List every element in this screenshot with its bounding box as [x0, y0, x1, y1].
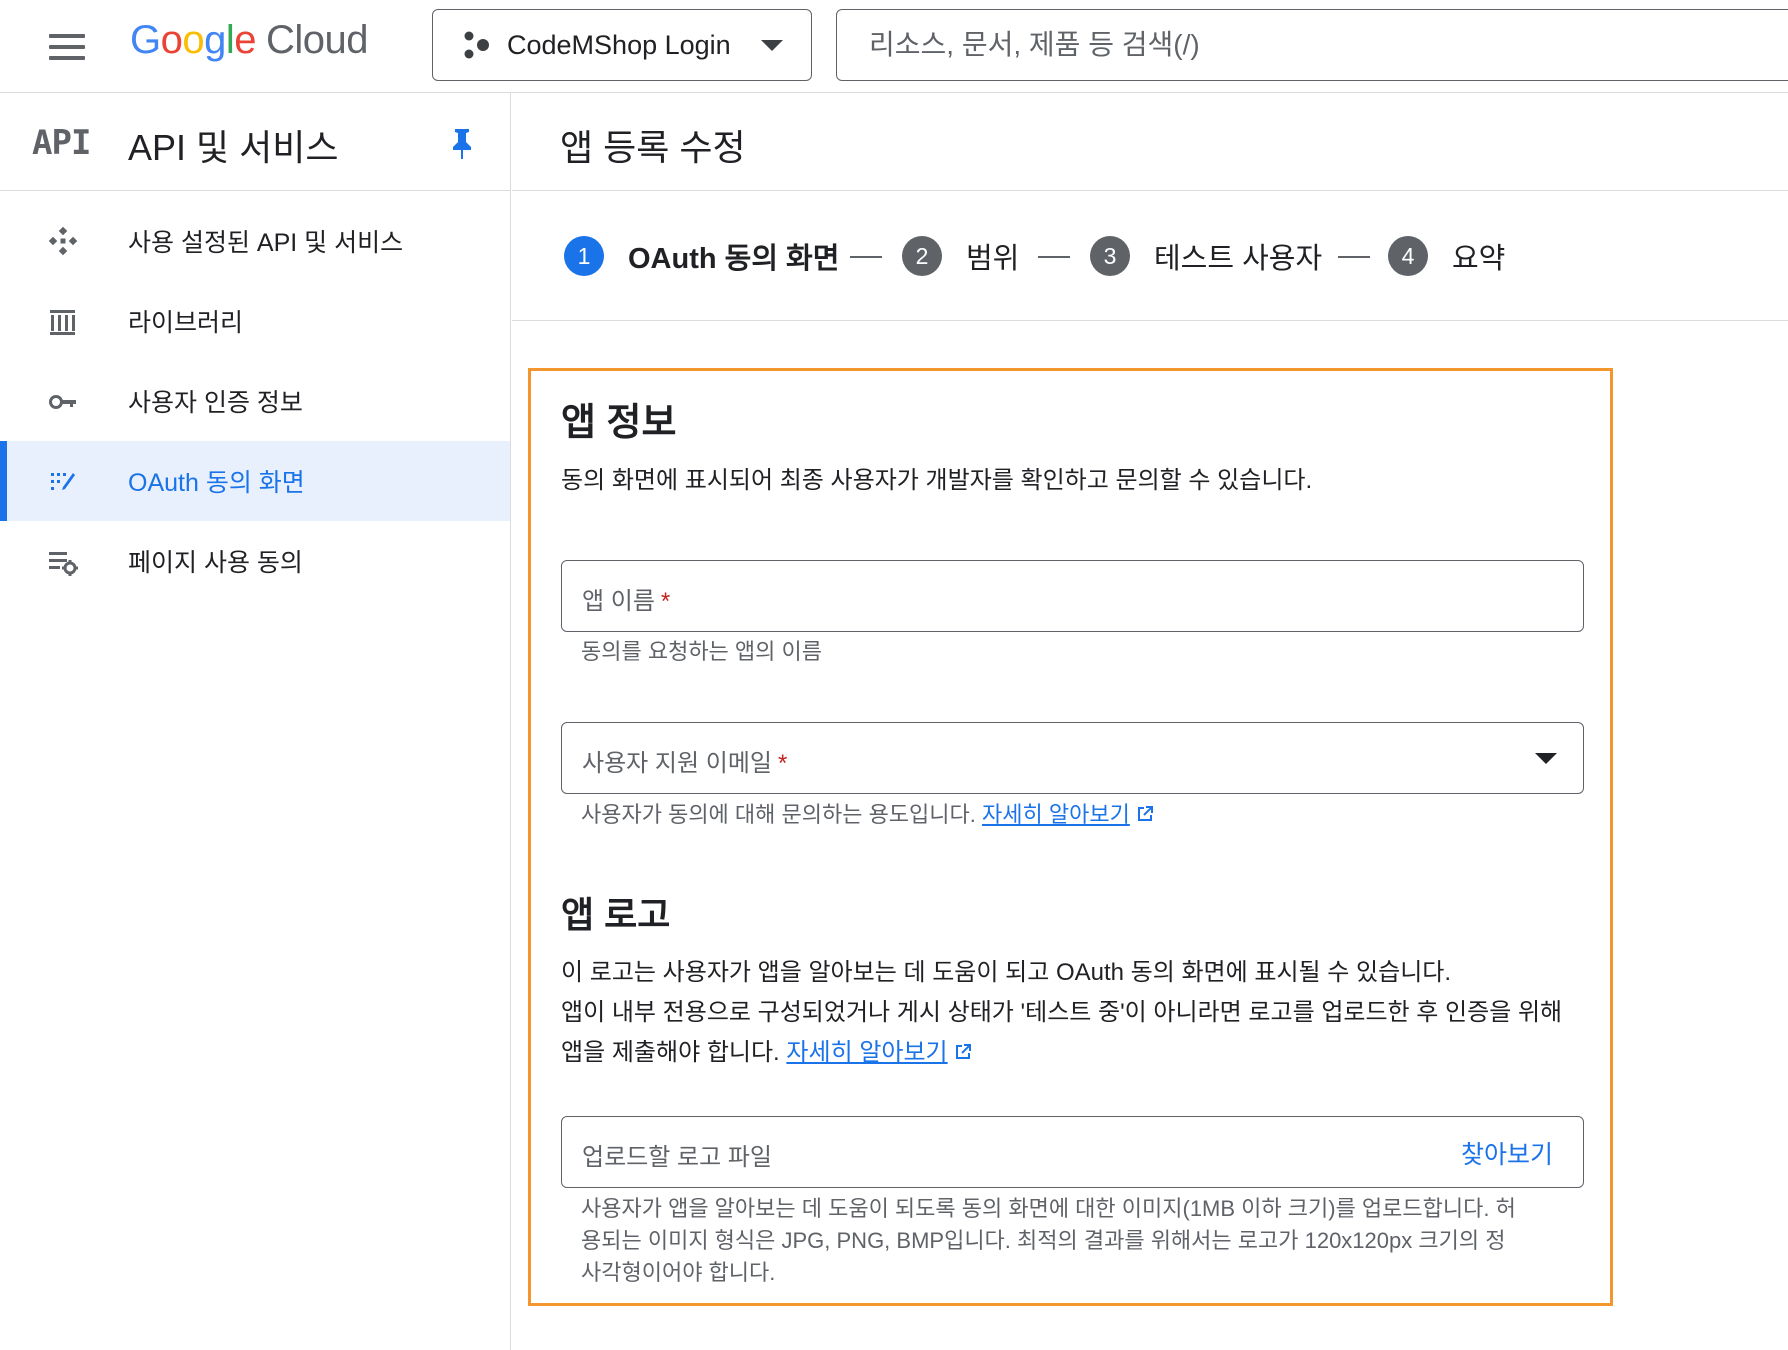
logo-upload-hint-3: 사각형이어야 합니다.	[581, 1260, 776, 1285]
external-link-icon	[1137, 806, 1153, 821]
logo-letter: G	[130, 18, 161, 62]
search-box[interactable]	[836, 9, 1788, 81]
logo-letter: o	[182, 18, 205, 62]
logo-upload-hint-1: 사용자가 앱을 알아보는 데 도움이 되도록 동의 화면에 대한 이미지(1MB…	[581, 1196, 1516, 1221]
step-connector	[1338, 256, 1370, 258]
external-link-icon	[955, 1044, 971, 1059]
settings-list-icon	[46, 545, 80, 579]
step-label: OAuth 동의 화면	[628, 243, 840, 275]
library-icon	[46, 305, 80, 339]
step-number: 1	[564, 236, 604, 276]
google-cloud-logo[interactable]: Go o g l e Cloud	[130, 18, 369, 74]
app-logo-line2: 앱이 내부 전용으로 구성되었거나 게시 상태가 '테스트 중'이 아니라면 로…	[561, 999, 1563, 1026]
diamond-dots-icon	[46, 225, 80, 259]
project-picker[interactable]: CodeMShop Login	[432, 9, 812, 81]
step-connector	[850, 256, 882, 258]
sidebar-item-credentials[interactable]: 사용자 인증 정보	[0, 361, 510, 441]
learn-more-link[interactable]: 자세히 알아보기	[982, 802, 1130, 827]
page-header: 앱 등록 수정	[512, 93, 1788, 191]
project-icon	[464, 31, 489, 59]
search-input[interactable]	[869, 29, 1769, 61]
app-name-field[interactable]: 앱 이름 *	[561, 560, 1584, 632]
learn-more-link[interactable]: 자세히 알아보기	[786, 1039, 947, 1066]
support-email-select[interactable]: 사용자 지원 이메일 *	[561, 722, 1584, 794]
sidebar-item-label: OAuth 동의 화면	[128, 469, 305, 497]
step-summary[interactable]: 4 요약	[1388, 235, 1505, 277]
sidebar-title: API 및 서비스	[128, 127, 339, 168]
app-info-heading: 앱 정보	[561, 402, 677, 444]
sidebar-header: API API 및 서비스	[0, 93, 510, 191]
app-logo-line1: 이 로고는 사용자가 앱을 알아보는 데 도움이 되고 OAuth 동의 화면에…	[561, 959, 1452, 986]
step-scopes[interactable]: 2 범위	[902, 235, 1019, 277]
chevron-down-icon	[1535, 753, 1557, 764]
app-name-hint: 동의를 요청하는 앱의 이름	[581, 639, 822, 664]
step-test-users[interactable]: 3 테스트 사용자	[1090, 235, 1322, 277]
sidebar-nav: 사용 설정된 API 및 서비스 라이브러리 사용자 인증 정보 OAuth 동…	[0, 201, 510, 601]
app-name-label-text: 앱 이름	[582, 588, 655, 615]
app-info-section: 앱 정보 동의 화면에 표시되어 최종 사용자가 개발자를 확인하고 문의할 수…	[528, 368, 1613, 1306]
step-number: 2	[902, 236, 942, 276]
oauth-consent-icon	[46, 465, 80, 499]
support-email-hint: 사용자가 동의에 대해 문의하는 용도입니다. 자세히 알아보기	[581, 799, 1156, 831]
sidebar-item-label: 사용자 인증 정보	[128, 389, 303, 417]
logo-upload-label: 업로드할 로고 파일	[582, 1144, 772, 1171]
logo-letter: o	[160, 18, 183, 62]
logo-letter: l	[225, 18, 235, 62]
sidebar-item-page-usage-agreements[interactable]: 페이지 사용 동의	[0, 521, 510, 601]
app-name-label: 앱 이름 *	[582, 581, 670, 616]
api-icon: API	[32, 123, 91, 163]
browse-button[interactable]: 찾아보기	[1461, 1135, 1553, 1171]
step-label: 테스트 사용자	[1154, 243, 1323, 275]
stepper: 1 OAuth 동의 화면 2 범위 3 테스트 사용자 4 요약	[512, 191, 1788, 321]
logo-cloud-text: Cloud	[266, 18, 369, 62]
support-email-label: 사용자 지원 이메일 *	[582, 743, 787, 778]
key-icon	[46, 385, 80, 419]
project-name: CodeMShop Login	[507, 29, 731, 60]
logo-letter: e	[234, 18, 257, 62]
step-label: 요약	[1452, 243, 1506, 275]
chevron-down-icon	[761, 40, 783, 51]
required-mark: *	[777, 750, 788, 777]
sidebar-item-oauth-consent[interactable]: OAuth 동의 화면	[0, 441, 510, 521]
sidebar-item-label: 라이브러리	[128, 309, 244, 337]
step-label: 범위	[966, 243, 1020, 275]
step-oauth-consent[interactable]: 1 OAuth 동의 화면	[564, 235, 839, 277]
support-email-label-text: 사용자 지원 이메일	[582, 750, 772, 777]
top-bar: Go o g l e Cloud CodeMShop Login	[0, 0, 1788, 93]
app-logo-line3: 앱을 제출해야 합니다. 자세히 알아보기	[561, 1033, 974, 1073]
step-connector	[1038, 256, 1070, 258]
sidebar-item-label: 페이지 사용 동의	[128, 549, 303, 577]
required-mark: *	[660, 588, 671, 615]
logo-upload-hint-2: 용되는 이미지 형식은 JPG, PNG, BMP입니다. 최적의 결과를 위해…	[581, 1228, 1506, 1253]
sidebar-item-enabled-apis[interactable]: 사용 설정된 API 및 서비스	[0, 201, 510, 281]
page-title: 앱 등록 수정	[560, 127, 746, 168]
logo-upload-field[interactable]: 업로드할 로고 파일 찾아보기	[561, 1116, 1584, 1188]
app-logo-heading: 앱 로고	[561, 894, 671, 935]
app-info-description: 동의 화면에 표시되어 최종 사용자가 개발자를 확인하고 문의할 수 있습니다…	[561, 467, 1313, 494]
sidebar-item-label: 사용 설정된 API 및 서비스	[128, 229, 404, 257]
app-logo-line3-text: 앱을 제출해야 합니다.	[561, 1039, 780, 1066]
sidebar-item-library[interactable]: 라이브러리	[0, 281, 510, 361]
logo-letter: g	[204, 18, 226, 62]
main-menu-icon[interactable]	[46, 32, 90, 62]
pin-icon[interactable]	[448, 127, 476, 166]
step-number: 4	[1388, 236, 1428, 276]
sidebar: API API 및 서비스 사용 설정된 API 및 서비스 라이브러리 사용자…	[0, 93, 511, 1350]
support-email-hint-text: 사용자가 동의에 대해 문의하는 용도입니다.	[581, 802, 976, 827]
step-number: 3	[1090, 236, 1130, 276]
